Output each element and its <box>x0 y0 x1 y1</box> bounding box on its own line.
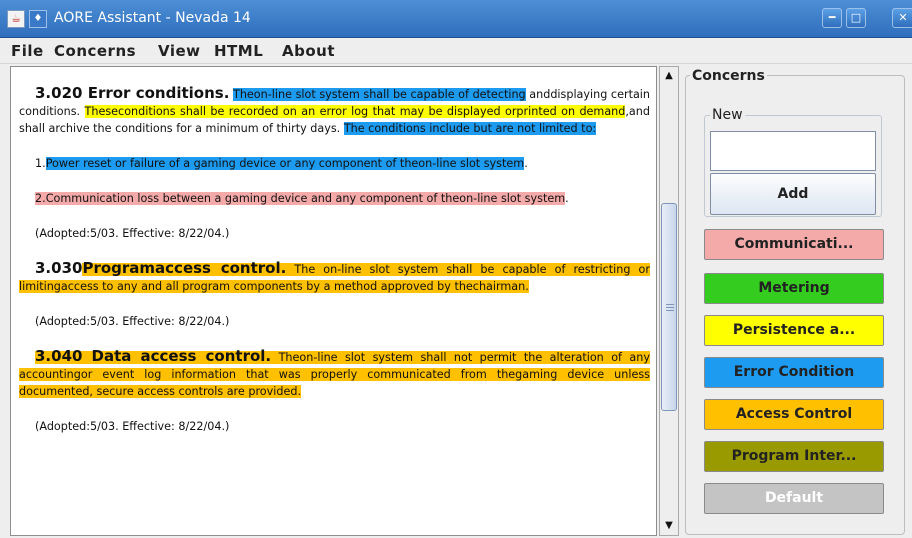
highlight-access-control: 3.040 Data access control. Theon-line sl… <box>19 348 650 398</box>
list-text: Communication loss between a gaming devi… <box>45 192 566 205</box>
menu-about[interactable]: About <box>282 42 335 60</box>
punctuation: . <box>565 192 569 205</box>
highlight-access-control: Programaccess control. The on-line slot … <box>19 260 650 293</box>
highlight-error-condition: The conditions include but are not limit… <box>343 122 597 135</box>
highlight-persistence: Theseconditions shall be recorded on an … <box>84 105 626 118</box>
list-number: 1. <box>35 157 46 170</box>
close-icon[interactable]: ✕ <box>892 8 912 28</box>
adopted-note: (Adopted:5/03. Effective: 8/22/04.) <box>35 315 230 328</box>
menu-bar: File Concerns View HTML About <box>0 38 912 64</box>
scroll-up-arrow-icon[interactable]: ▲ <box>660 67 678 85</box>
window-menu-icon[interactable]: ♦ <box>29 10 47 28</box>
highlight-error-condition: Theon-line slot system shall be capable … <box>233 88 526 101</box>
document-text[interactable]: 3.020 Error conditions. Theon-line slot … <box>11 67 656 535</box>
highlight-communication: 2.Communication loss between a gaming de… <box>35 192 566 205</box>
java-icon: ☕ <box>7 10 25 28</box>
scroll-down-arrow-icon[interactable]: ▼ <box>660 517 678 535</box>
concern-button-metering[interactable]: Metering <box>704 273 884 304</box>
concern-button-access-control[interactable]: Access Control <box>704 399 884 430</box>
menu-html[interactable]: HTML <box>214 42 263 60</box>
concern-button-persistence[interactable]: Persistence a... <box>704 315 884 346</box>
new-concern-title: New <box>710 107 745 123</box>
list-item-2: 2.Communication loss between a gaming de… <box>19 190 650 207</box>
list-number: 2. <box>35 192 46 205</box>
document-panel[interactable]: 3.020 Error conditions. Theon-line slot … <box>10 66 657 536</box>
concern-button-program-interface[interactable]: Program Inter... <box>704 441 884 472</box>
concerns-title: Concerns <box>690 68 767 84</box>
section-heading: 3.040 Data access control. <box>35 347 272 365</box>
grip-line <box>666 304 674 305</box>
menu-view[interactable]: View <box>158 42 201 60</box>
add-concern-button[interactable]: Add <box>710 173 876 215</box>
concern-button-communication[interactable]: Communicati... <box>704 229 884 260</box>
new-concern-input[interactable] <box>710 131 876 171</box>
title-bar: ☕ ♦ AORE Assistant - Nevada 14 ━ □ ✕ <box>0 0 912 38</box>
section-3020: 3.020 Error conditions. Theon-line slot … <box>19 85 650 137</box>
section-heading: Programaccess control. <box>82 259 287 277</box>
grip-line <box>666 310 674 311</box>
concern-button-default[interactable]: Default <box>704 483 884 514</box>
scroll-thumb[interactable] <box>661 203 677 411</box>
section-3030: 3.030Programaccess control. The on-line … <box>19 260 650 295</box>
menu-concerns[interactable]: Concerns <box>54 42 136 60</box>
concern-button-error-condition[interactable]: Error Condition <box>704 357 884 388</box>
list-item-1: 1.Power reset or failure of a gaming dev… <box>19 155 650 172</box>
punctuation: . <box>524 157 528 170</box>
adopted-note: (Adopted:5/03. Effective: 8/22/04.) <box>35 420 230 433</box>
maximize-icon[interactable]: □ <box>846 8 866 28</box>
adopted-note: (Adopted:5/03. Effective: 8/22/04.) <box>35 227 230 240</box>
grip-line <box>666 307 674 308</box>
vertical-scrollbar[interactable]: ▲ ▼ <box>659 66 679 536</box>
highlight-error-condition: Power reset or failure of a gaming devic… <box>45 157 525 170</box>
section-heading: 3.020 Error conditions. <box>35 84 230 102</box>
section-number: 3.030 <box>35 259 83 277</box>
menu-file[interactable]: File <box>11 42 44 60</box>
minimize-icon[interactable]: ━ <box>822 8 842 28</box>
section-3040: 3.040 Data access control. Theon-line sl… <box>19 348 650 400</box>
window-title: AORE Assistant - Nevada 14 <box>54 10 251 26</box>
